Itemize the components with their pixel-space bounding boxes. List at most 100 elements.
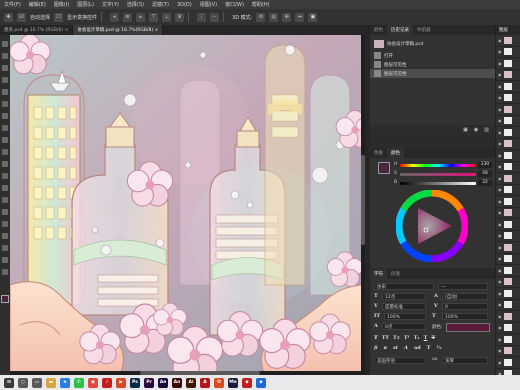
text-color-swatch[interactable] xyxy=(446,323,490,332)
3d-pan-icon[interactable]: ✣ xyxy=(282,12,292,22)
align-top-icon[interactable]: ⊤ xyxy=(149,12,159,22)
faux-bold-icon[interactable]: T xyxy=(374,335,378,341)
visibility-eye-icon[interactable]: ◉ xyxy=(498,107,502,112)
layer-row[interactable]: ◉ xyxy=(496,116,520,127)
taskbar-browser-icon[interactable]: e xyxy=(60,377,70,388)
menu-item[interactable]: 文字(Y) xyxy=(98,1,123,8)
visibility-eye-icon[interactable]: ◉ xyxy=(498,153,502,158)
tab-layers[interactable]: 图层 xyxy=(496,25,520,35)
camera-icon[interactable]: ◉ xyxy=(474,127,478,133)
visibility-eye-icon[interactable]: ◉ xyxy=(498,199,502,204)
horizontal-scale-field[interactable]: 100% xyxy=(442,313,488,320)
layer-row[interactable]: ◉ xyxy=(496,47,520,58)
visibility-eye-icon[interactable]: ◉ xyxy=(498,314,502,319)
kerning-field[interactable]: 度量标准 xyxy=(382,303,426,310)
subscript-icon[interactable]: T₁ xyxy=(414,335,420,341)
layer-row[interactable]: ◉ xyxy=(496,323,520,334)
color-wheel[interactable] xyxy=(396,190,468,262)
menu-item[interactable]: 帮助(H) xyxy=(248,1,274,8)
font-family-select[interactable]: 仿宋 xyxy=(374,283,434,290)
layer-row[interactable]: ◉ xyxy=(496,185,520,196)
3d-scale-icon[interactable]: ▣ xyxy=(308,12,318,22)
visibility-eye-icon[interactable]: ◉ xyxy=(498,187,502,192)
visibility-eye-icon[interactable]: ◉ xyxy=(498,84,502,89)
history-item[interactable]: 打开 xyxy=(370,51,495,60)
visibility-eye-icon[interactable]: ◉ xyxy=(498,360,502,365)
new-snapshot-icon[interactable]: ▣ xyxy=(463,127,468,133)
layer-row[interactable]: ◉ xyxy=(496,196,520,208)
layer-row[interactable]: ◉ xyxy=(496,58,520,70)
antialias-select[interactable]: 浑厚 xyxy=(442,357,488,364)
small-caps-icon[interactable]: Tт xyxy=(393,335,400,341)
history-item-selected[interactable]: 图层可见性 xyxy=(370,69,495,78)
3d-slide-icon[interactable]: ⇔ xyxy=(295,12,305,22)
visibility-eye-icon[interactable]: ◉ xyxy=(498,118,502,123)
font-size-field[interactable]: 12点 xyxy=(382,293,426,300)
alternate-icon[interactable]: ad xyxy=(414,345,421,351)
taskbar-after-effects-icon[interactable]: Ae xyxy=(158,377,168,388)
history-snapshot[interactable]: 协会设计草稿.psd xyxy=(370,39,495,48)
tab-paragraph[interactable]: 段落 xyxy=(387,269,404,279)
menu-item[interactable]: 图层(L) xyxy=(73,1,98,8)
ordinal-icon[interactable]: T xyxy=(427,345,431,351)
pen-tool-icon[interactable] xyxy=(2,209,8,215)
visibility-eye-icon[interactable]: ◉ xyxy=(498,337,502,342)
taskbar-chrome-icon[interactable]: ◉ xyxy=(88,377,98,388)
dodge-tool-icon[interactable] xyxy=(2,197,8,203)
shape-tool-icon[interactable] xyxy=(2,245,8,251)
type-tool-icon[interactable] xyxy=(2,221,8,227)
align-right-icon[interactable]: ⫸ xyxy=(136,12,146,22)
menu-item[interactable]: 视图(V) xyxy=(196,1,221,8)
brightness-slider[interactable] xyxy=(400,182,476,185)
document-tab[interactable]: 墨染.psd @ 16.7% (RGB/8) × xyxy=(0,25,74,35)
taskbar-windows-start-icon[interactable]: ⊞ xyxy=(4,377,14,388)
visibility-eye-icon[interactable]: ◉ xyxy=(498,141,502,146)
show-transform-checkbox[interactable]: ☐ xyxy=(54,12,64,22)
align-bottom-icon[interactable]: ⊻ xyxy=(175,12,185,22)
saturation-slider[interactable] xyxy=(400,173,476,176)
tab-swatches[interactable]: 色板 xyxy=(370,148,387,158)
menu-item[interactable]: 选择(S) xyxy=(123,1,148,8)
language-select[interactable]: 美国英语 xyxy=(374,357,426,364)
layer-row[interactable]: ◉ xyxy=(496,231,520,242)
stamp-tool-icon[interactable] xyxy=(2,137,8,143)
layer-row[interactable]: ◉ xyxy=(496,104,520,116)
distribute-icon[interactable]: ⋯ xyxy=(210,12,220,22)
visibility-eye-icon[interactable]: ◉ xyxy=(498,279,502,284)
document-tab-active[interactable]: 协会设计草稿.psd @ 16.7%(RGB/8) × xyxy=(73,25,164,35)
ligature-icon[interactable]: fi xyxy=(374,345,378,351)
foreground-swatch[interactable] xyxy=(378,162,390,174)
visibility-eye-icon[interactable]: ◉ xyxy=(498,245,502,250)
visibility-eye-icon[interactable]: ◉ xyxy=(498,72,502,77)
taskbar-wechat-icon[interactable]: ✆ xyxy=(74,377,84,388)
visibility-eye-icon[interactable]: ◉ xyxy=(498,302,502,307)
menu-item[interactable]: 3D(D) xyxy=(173,2,196,8)
font-style-select[interactable]: — xyxy=(438,283,488,290)
visibility-eye-icon[interactable]: ◉ xyxy=(498,176,502,181)
visibility-eye-icon[interactable]: ◉ xyxy=(498,291,502,296)
brightness-value[interactable]: 32 xyxy=(478,180,492,186)
taskbar-netease-music-icon[interactable]: ♪ xyxy=(102,377,112,388)
hand-tool-icon[interactable] xyxy=(2,257,8,263)
tab-color[interactable]: 颜色 xyxy=(387,148,404,158)
layer-row[interactable]: ◉ xyxy=(496,93,520,104)
history-item[interactable]: 图层可见性 xyxy=(370,60,495,69)
distribute-icon[interactable]: ⋮ xyxy=(197,12,207,22)
leading-field[interactable]: (自动) xyxy=(442,293,488,300)
visibility-eye-icon[interactable]: ◉ xyxy=(498,61,502,66)
hue-value[interactable]: 330 xyxy=(478,162,492,168)
taskbar-animate-icon[interactable]: An xyxy=(172,377,182,388)
path-select-tool-icon[interactable] xyxy=(2,233,8,239)
history-brush-tool-icon[interactable] xyxy=(2,149,8,155)
taskbar-premiere-icon[interactable]: Pr xyxy=(144,377,154,388)
tab-color[interactable]: 颜色 xyxy=(370,25,387,35)
layer-row[interactable]: ◉ xyxy=(496,150,520,162)
eraser-tool-icon[interactable] xyxy=(2,161,8,167)
visibility-eye-icon[interactable]: ◉ xyxy=(498,325,502,330)
tab-character[interactable]: 字符 xyxy=(370,269,387,279)
layer-row[interactable]: ◉ xyxy=(496,254,520,265)
layer-row[interactable]: ◉ xyxy=(496,139,520,150)
taskbar-photoshop-icon[interactable]: Ps xyxy=(130,377,140,388)
taskbar-illustrator-icon[interactable]: Ai xyxy=(186,377,196,388)
lasso-tool-icon[interactable] xyxy=(2,65,8,71)
